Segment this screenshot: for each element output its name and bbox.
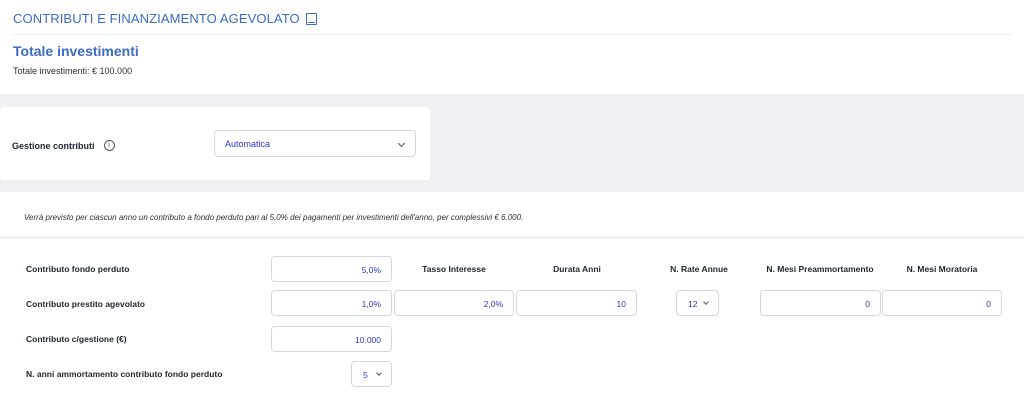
column-header-durata: Durata Anni xyxy=(553,264,601,274)
mesi-preammortamento-value: 0 xyxy=(865,299,870,309)
row-label-anni-ammortamento: N. anni ammortamento contributo fondo pe… xyxy=(26,369,223,379)
row-label-contributo-gestione: Contributo c/gestione (€) xyxy=(26,334,127,344)
section-subtitle: Totale investimenti: € 100.000 xyxy=(13,66,133,76)
row-label-prestito-agevolato: Contributo prestito agevolato xyxy=(26,299,145,309)
gestione-label-text: Gestione contributi xyxy=(12,140,95,151)
anni-ammortamento-select[interactable]: 5 xyxy=(351,361,392,387)
column-header-preammortamento: N. Mesi Preammortamento xyxy=(766,264,874,274)
column-header-moratoria: N. Mesi Moratoria xyxy=(906,264,978,274)
prestito-percentuale-value: 1,0% xyxy=(361,299,381,309)
gestione-contributi-label: Gestione contributi i xyxy=(12,140,115,151)
mesi-moratoria-input[interactable]: 0 xyxy=(882,290,1002,316)
page-title: CONTRIBUTI E FINANZIAMENTO AGEVOLATO xyxy=(13,11,317,26)
contributo-gestione-value: 10.000 xyxy=(355,335,381,345)
chevron-down-icon xyxy=(703,299,709,305)
mesi-moratoria-value: 0 xyxy=(986,299,991,309)
contributo-note: Verrà previsto per ciascun anno un contr… xyxy=(24,213,524,222)
rate-annue-select[interactable]: 12 xyxy=(676,290,719,316)
mesi-preammortamento-input[interactable]: 0 xyxy=(760,290,881,316)
anni-ammortamento-value: 5 xyxy=(363,370,368,380)
column-header-rate: N. Rate Annue xyxy=(670,264,728,274)
chevron-down-icon xyxy=(397,139,406,148)
fondo-perduto-input[interactable]: 5,0% xyxy=(271,256,392,282)
prestito-percentuale-input[interactable]: 1,0% xyxy=(271,290,392,316)
book-icon[interactable] xyxy=(305,12,317,25)
durata-anni-value: 10 xyxy=(616,299,626,309)
tasso-interesse-value: 2,0% xyxy=(483,299,503,309)
header-divider xyxy=(13,34,1013,35)
section-title: Totale investimenti xyxy=(13,43,139,59)
column-header-tasso: Tasso Interesse xyxy=(422,264,486,274)
gestione-contributi-select[interactable]: Automatica xyxy=(214,130,416,157)
rate-annue-value: 12 xyxy=(688,299,698,309)
card-separator xyxy=(0,236,1024,239)
gestione-select-value: Automatica xyxy=(225,139,271,149)
durata-anni-input[interactable]: 10 xyxy=(516,290,637,316)
chevron-down-icon xyxy=(376,370,382,376)
row-label-fondo-perduto: Contributo fondo perduto xyxy=(26,264,130,274)
info-icon[interactable]: i xyxy=(103,140,115,151)
contributo-gestione-input[interactable]: 10.000 xyxy=(271,326,392,352)
page-title-text: CONTRIBUTI E FINANZIAMENTO AGEVOLATO xyxy=(13,11,300,26)
fondo-perduto-value: 5,0% xyxy=(361,265,381,275)
tasso-interesse-input[interactable]: 2,0% xyxy=(394,290,514,316)
